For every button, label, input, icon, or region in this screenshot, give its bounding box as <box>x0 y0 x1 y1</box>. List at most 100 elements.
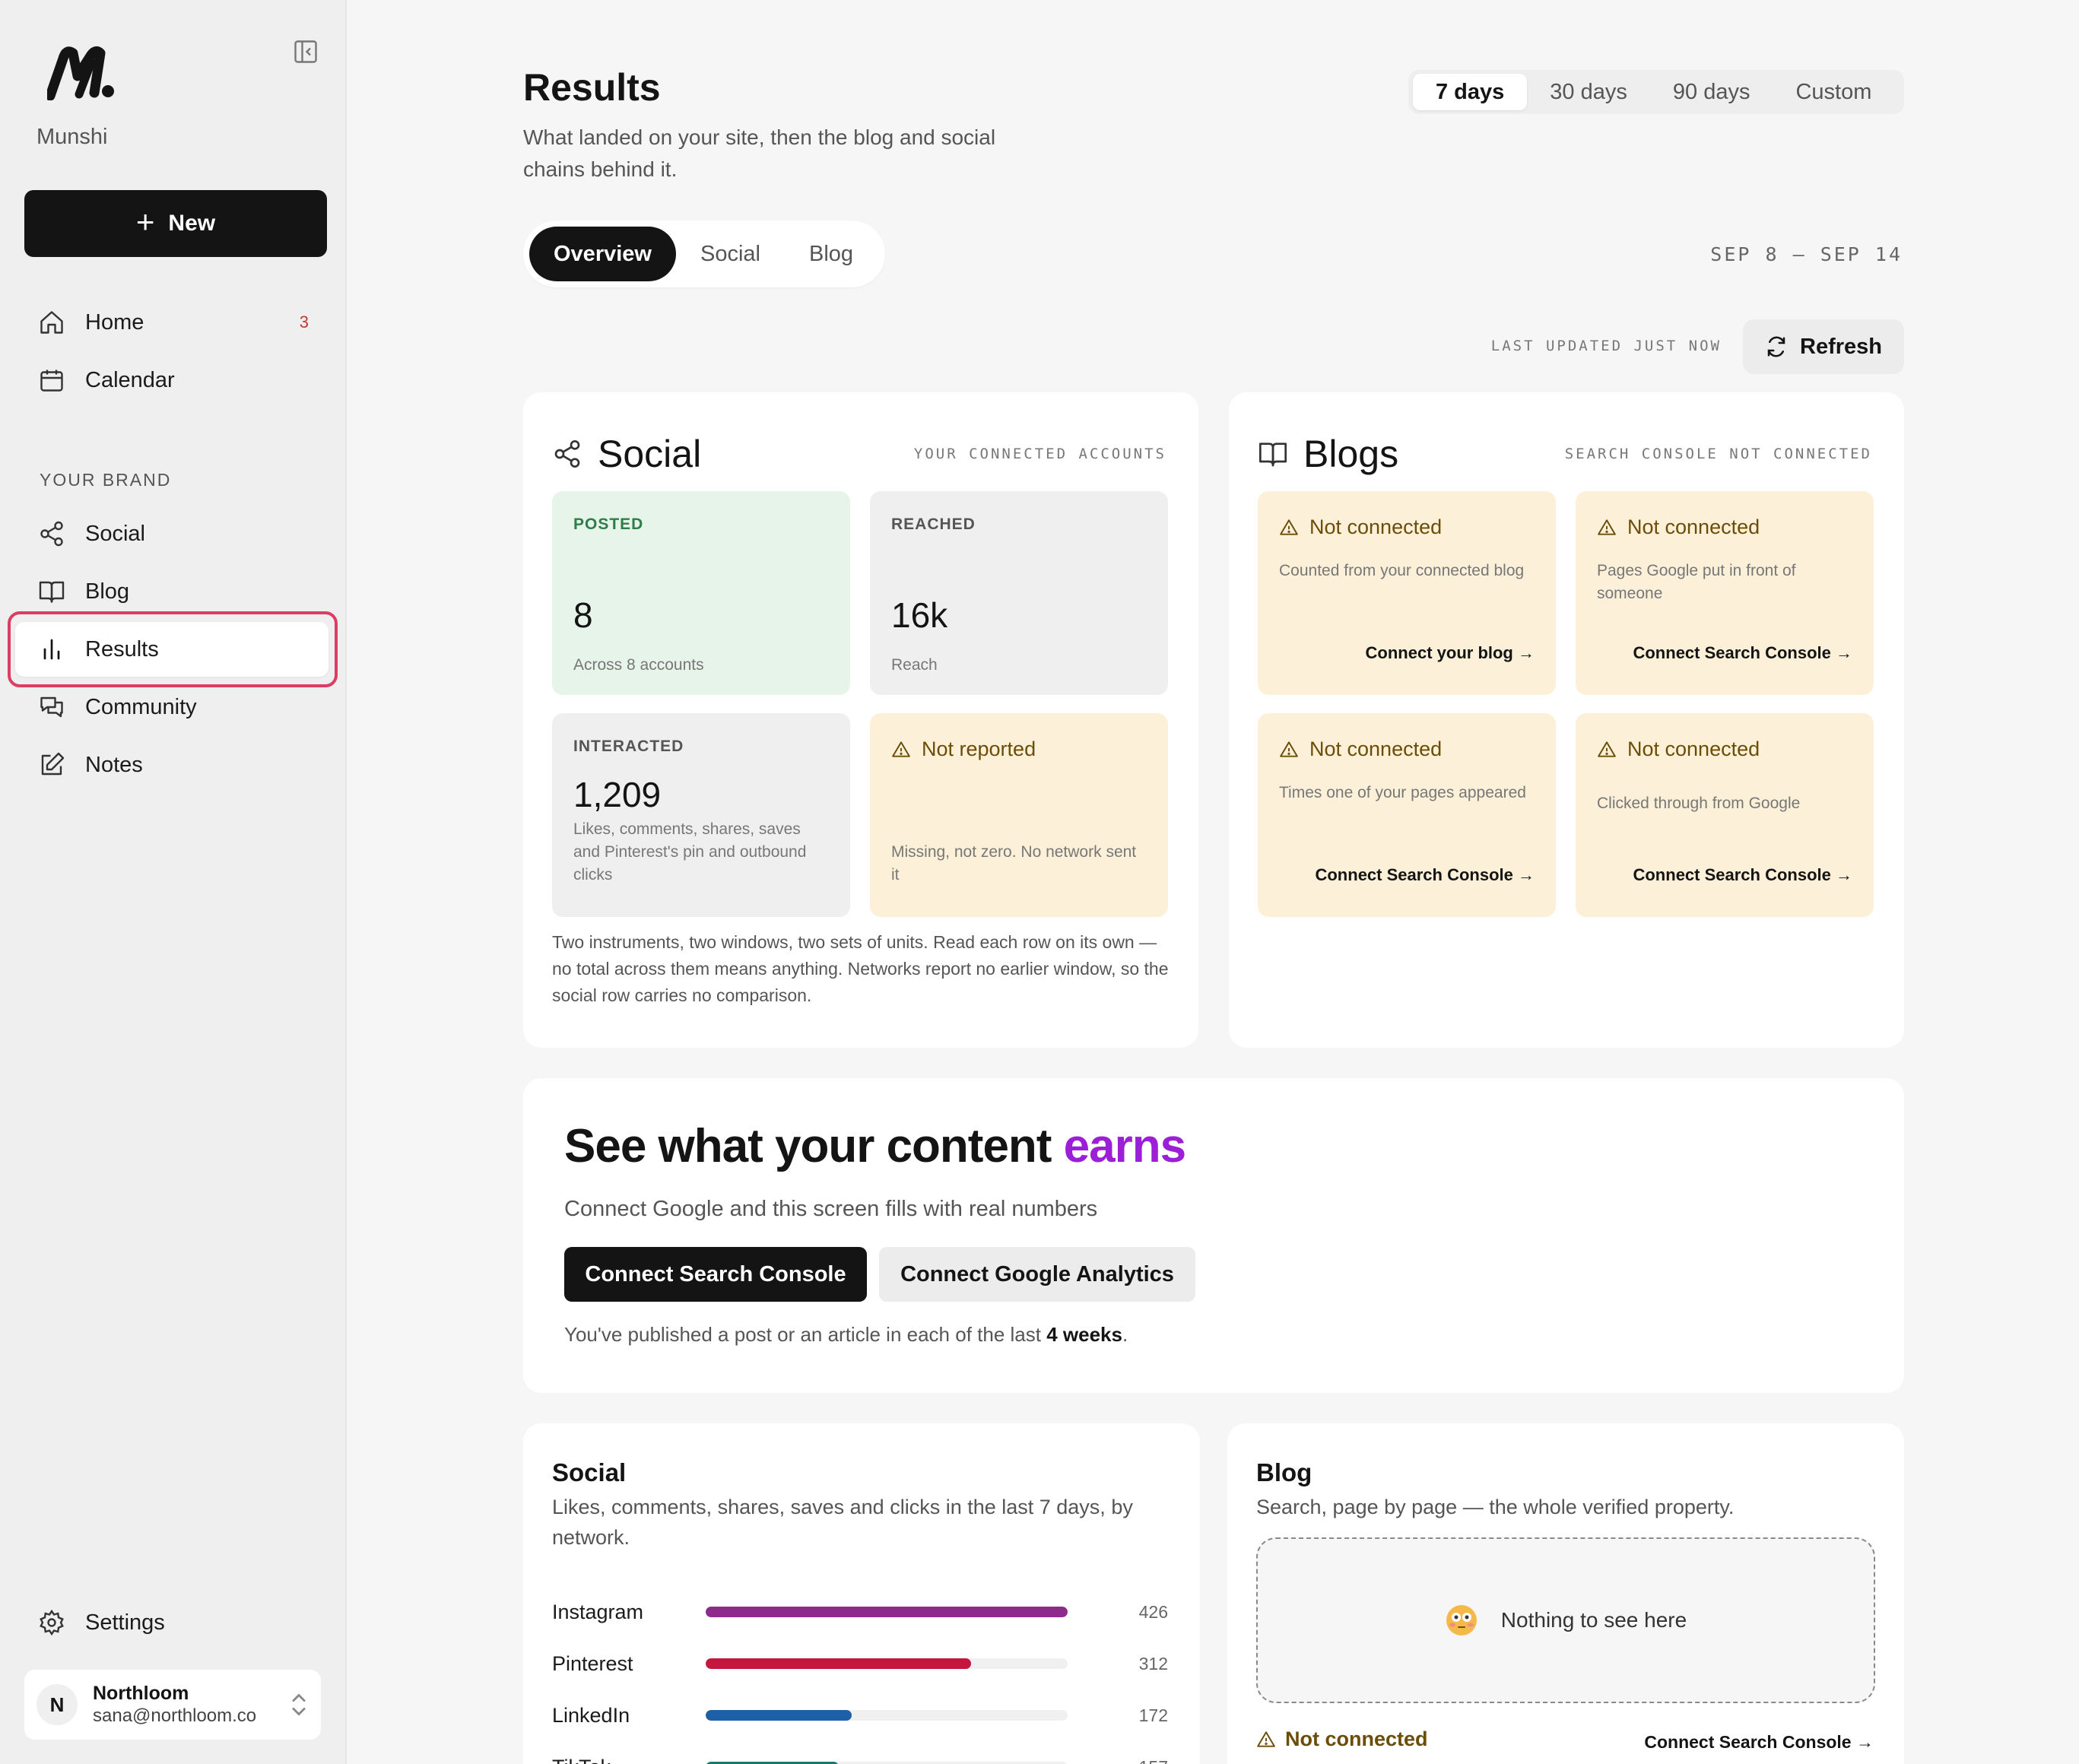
tab-overview[interactable]: Overview <box>529 227 676 281</box>
posted-label: POSTED <box>573 516 644 533</box>
network-value: 172 <box>1138 1705 1168 1725</box>
date-range-tabs: 7 days 30 days 90 days Custom <box>1408 70 1904 114</box>
reached-sub: Reach <box>891 656 938 674</box>
connect-google-analytics-button[interactable]: Connect Google Analytics <box>879 1247 1195 1302</box>
home-count-badge: 3 <box>299 313 309 332</box>
network-value: 426 <box>1138 1601 1168 1622</box>
book-icon <box>1259 443 1287 467</box>
view-tabs: Overview Social Blog <box>523 220 885 287</box>
tab-blog[interactable]: Blog <box>785 227 878 281</box>
edit-note-icon <box>41 752 65 776</box>
appearances-tile: Not connected Times one of your pages ap… <box>1258 713 1556 917</box>
warning-icon <box>1257 1731 1275 1747</box>
bar-track <box>706 1658 1068 1669</box>
refresh-icon <box>1767 336 1785 357</box>
social-breakdown-card: Social Likes, comments, shares, saves an… <box>523 1423 1200 1764</box>
sidebar-item-community[interactable]: Community <box>15 680 329 734</box>
warning-icon <box>1598 741 1616 757</box>
blog-breakdown-subtitle: Search, page by page — the whole verifie… <box>1256 1496 1735 1518</box>
clicks-tile: Not connected Clicked through from Googl… <box>1576 713 1874 917</box>
impressions-tile-label: Not connected <box>1627 516 1760 538</box>
sidebar-collapse-icon[interactable] <box>292 38 319 65</box>
section-label-your-brand: YOUR BRAND <box>40 470 172 490</box>
sidebar-item-notes[interactable]: Notes <box>15 738 329 792</box>
social-card-title: Social <box>598 433 702 475</box>
account-switcher[interactable]: N Northloom sana@northloom.co <box>24 1670 321 1740</box>
sidebar-item-label: Notes <box>85 752 143 777</box>
blogs-card-header: Blogs <box>1258 432 1398 476</box>
plus-icon: + <box>135 204 155 240</box>
impressions-tile-status: Not connected <box>1597 516 1852 539</box>
gear-icon <box>40 1609 64 1636</box>
social-card-footnote: Two instruments, two windows, two sets o… <box>552 932 1169 1005</box>
cta-title-main: See what your content <box>564 1120 1064 1172</box>
blog-tile-label: Not connected <box>1309 516 1443 538</box>
social-card-meta: YOUR CONNECTED ACCOUNTS <box>913 446 1166 462</box>
connect-search-console-link[interactable]: Connect Search Console → <box>1633 865 1852 885</box>
sidebar: Munshi + New Home 3 Calendar YOUR BRAND … <box>0 0 347 1764</box>
appearances-tile-sub: Times one of your pages appeared <box>1279 784 1526 801</box>
connect-google-cta: See what your content earns Connect Goog… <box>523 1078 1904 1393</box>
blog-breakdown-status: Not connected <box>1256 1728 1428 1751</box>
network-value: 157 <box>1068 1757 1168 1764</box>
last-updated-label: LAST UPDATED JUST NOW <box>1490 338 1722 354</box>
sidebar-item-settings[interactable]: Settings <box>15 1595 329 1650</box>
network-row-tiktok: TikTok 157 <box>552 1752 1168 1764</box>
network-value: 312 <box>1138 1653 1168 1674</box>
not-reported-tile: Not reported Missing, not zero. No netwo… <box>870 713 1168 917</box>
sidebar-item-social[interactable]: Social <box>15 506 329 561</box>
flushed-face-icon <box>1446 1605 1477 1636</box>
calendar-icon <box>40 370 63 392</box>
connect-search-console-link[interactable]: Connect Search Console → <box>1633 643 1852 663</box>
sidebar-item-label: Community <box>85 694 197 719</box>
connect-search-console-button[interactable]: Connect Search Console <box>564 1247 867 1302</box>
range-tab-custom[interactable]: Custom <box>1773 74 1894 110</box>
book-icon <box>39 581 65 603</box>
appearances-tile-label: Not connected <box>1309 738 1443 760</box>
sidebar-item-label: Home <box>85 309 144 335</box>
new-button-label: New <box>168 211 216 236</box>
streak-weeks: 4 weeks <box>1046 1323 1122 1346</box>
refresh-button[interactable]: Refresh <box>1743 319 1904 374</box>
network-name: TikTok <box>552 1756 706 1764</box>
user-info: Northloom sana@northloom.co <box>93 1682 256 1728</box>
cta-subtitle: Connect Google and this screen fills wit… <box>564 1197 1098 1221</box>
connect-search-console-link[interactable]: Connect Search Console → <box>1315 865 1535 885</box>
connect-blog-link[interactable]: Connect your blog → <box>1366 643 1535 663</box>
blog-breakdown-status-label: Not connected <box>1285 1728 1428 1750</box>
clicks-tile-label: Not connected <box>1627 738 1760 760</box>
blog-breakdown-card: Blog Search, page by page — the whole ve… <box>1227 1423 1904 1764</box>
sidebar-item-label: Blog <box>85 579 130 604</box>
sidebar-item-label: Calendar <box>85 367 175 392</box>
blog-tile: Not connected Counted from your connecte… <box>1258 491 1556 695</box>
connect-search-console-link[interactable]: Connect Search Console → <box>1644 1732 1874 1753</box>
interacted-value: 1,209 <box>573 775 662 814</box>
munshi-logo[interactable] <box>47 46 117 100</box>
reached-tile: REACHED 16k Reach <box>870 491 1168 695</box>
active-item-highlight <box>8 611 338 687</box>
sidebar-item-calendar[interactable]: Calendar <box>15 353 329 408</box>
not-reported-sub: Missing, not zero. No network sent it <box>891 843 1137 884</box>
publishing-streak-text: You've published a post or an article in… <box>564 1323 1128 1347</box>
interacted-label: INTERACTED <box>573 738 684 755</box>
impressions-tile: Not connected Pages Google put in front … <box>1576 491 1874 695</box>
range-tab-90-days[interactable]: 90 days <box>1650 74 1773 110</box>
network-row-linkedin: LinkedIn 172 <box>552 1700 1168 1731</box>
social-summary-card: Social YOUR CONNECTED ACCOUNTS POSTED 8 … <box>523 392 1198 1048</box>
bar-fill-instagram <box>706 1607 1068 1617</box>
page-subtitle: What landed on your site, then the blog … <box>523 125 996 181</box>
new-button[interactable]: + New <box>24 190 327 257</box>
appearances-tile-status: Not connected <box>1279 738 1535 761</box>
tab-social[interactable]: Social <box>676 227 785 281</box>
sidebar-item-home[interactable]: Home 3 <box>15 295 329 350</box>
user-email: sana@northloom.co <box>93 1705 257 1726</box>
blogs-summary-card: Blogs SEARCH CONSOLE NOT CONNECTED Not c… <box>1229 392 1904 1048</box>
not-reported-label: Not reported <box>922 738 1036 760</box>
range-tab-30-days[interactable]: 30 days <box>1527 74 1650 110</box>
refresh-label: Refresh <box>1800 334 1882 359</box>
cta-title-accent: earns <box>1063 1120 1186 1172</box>
clicks-tile-sub: Clicked through from Google <box>1597 795 1801 812</box>
share-icon <box>40 521 63 547</box>
range-tab-7-days[interactable]: 7 days <box>1413 74 1528 110</box>
posted-value: 8 <box>573 595 593 635</box>
